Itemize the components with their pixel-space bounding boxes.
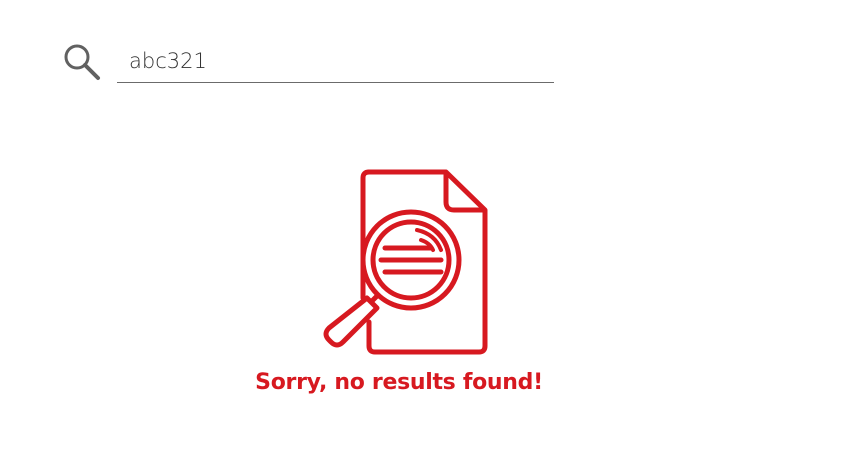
document-search-icon — [323, 169, 488, 355]
search-icon[interactable] — [62, 42, 102, 82]
empty-state-message: Sorry, no results found! — [255, 370, 543, 395]
search-page: Sorry, no results found! — [0, 0, 857, 474]
empty-state: Sorry, no results found! — [0, 160, 798, 395]
search-input[interactable] — [117, 40, 554, 83]
search-bar — [62, 40, 554, 86]
